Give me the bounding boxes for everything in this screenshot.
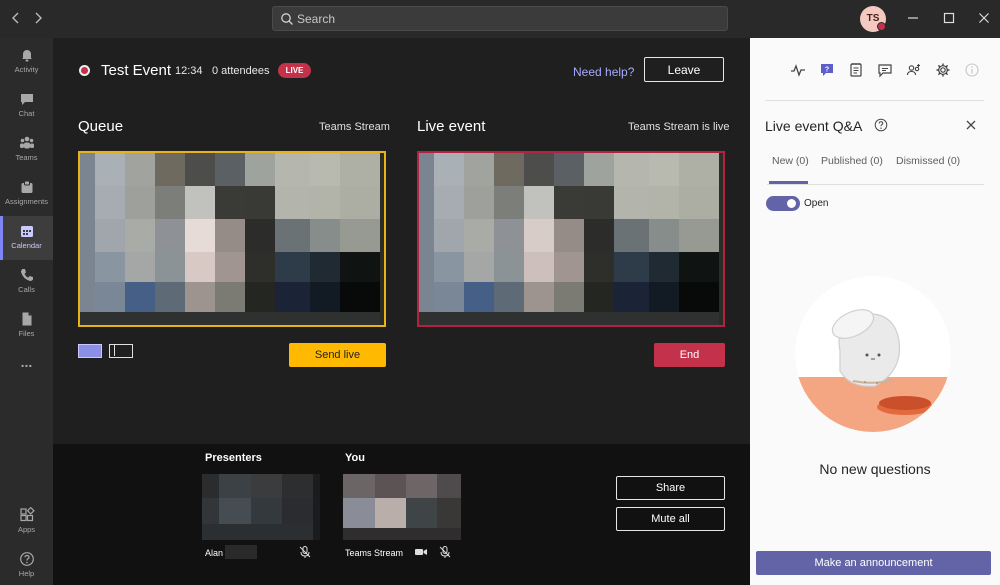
rail-item-files[interactable]: Files — [0, 304, 53, 348]
app-rail: Activity Chat Teams Assignments Calendar… — [0, 38, 53, 585]
make-announcement-button[interactable]: Make an announcement — [756, 551, 991, 575]
self-video-tile — [343, 474, 461, 540]
share-button[interactable]: Share — [616, 476, 725, 500]
help-icon[interactable] — [874, 118, 888, 132]
camera-icon[interactable] — [414, 545, 428, 559]
empty-jar-illustration — [795, 276, 951, 432]
maximize-icon[interactable] — [942, 11, 956, 25]
rail-label: Assignments — [5, 197, 48, 206]
divider — [767, 184, 984, 185]
rail-item-calendar[interactable]: Calendar — [0, 216, 53, 260]
rail-item-assignments[interactable]: Assignments — [0, 172, 53, 216]
file-icon — [22, 312, 31, 326]
participants-bar: Presenters Alan You Teams Stream Share M… — [53, 444, 750, 585]
presenter-name: Alan — [205, 548, 224, 558]
info-icon[interactable] — [964, 62, 980, 78]
presenter-video-tile — [202, 474, 320, 540]
event-title: Test Event — [101, 62, 172, 79]
more-icon: ... — [20, 354, 33, 370]
rail-label: Teams — [15, 153, 38, 162]
notes-icon[interactable] — [848, 62, 864, 78]
rail-label: Files — [18, 329, 35, 338]
presenters-title: Presenters — [205, 452, 262, 464]
search-icon — [281, 13, 293, 25]
live-event-title: Live event — [417, 118, 486, 135]
forward-arrow-icon[interactable] — [30, 10, 46, 26]
rail-item-teams[interactable]: Teams — [0, 128, 53, 172]
close-icon[interactable] — [964, 118, 978, 132]
rail-item-chat[interactable]: Chat — [0, 84, 53, 128]
you-title: You — [345, 452, 365, 464]
self-name: Teams Stream — [345, 548, 404, 558]
svg-text:?: ? — [825, 67, 829, 74]
mic-off-icon[interactable] — [298, 545, 312, 559]
live-badge: LIVE — [278, 63, 311, 78]
queue-video-preview — [78, 151, 386, 327]
queue-title: Queue — [78, 118, 124, 135]
divider — [765, 100, 984, 101]
rail-more-button[interactable]: ... — [0, 352, 53, 376]
producer-view: Test Event 12:34 0 attendees LIVE Need h… — [53, 38, 750, 585]
title-bar: Search TS — [0, 0, 1000, 38]
need-help-link[interactable]: Need help? — [573, 65, 634, 79]
search-box[interactable]: Search — [272, 6, 728, 31]
rail-label: Activity — [14, 65, 39, 74]
phone-icon — [20, 269, 33, 281]
queue-source: Teams Stream — [319, 121, 390, 133]
split-layout-icon[interactable] — [109, 344, 133, 358]
end-button[interactable]: End — [654, 343, 725, 367]
rail-label: Apps — [17, 525, 36, 534]
leave-button[interactable]: Leave — [644, 57, 724, 82]
rail-item-apps[interactable]: Apps — [0, 500, 53, 544]
rail-label: Calls — [18, 285, 35, 294]
tab-published[interactable]: Published (0) — [821, 155, 883, 167]
recording-icon — [79, 65, 90, 76]
gear-icon[interactable] — [935, 62, 951, 78]
rail-item-calls[interactable]: Calls — [0, 260, 53, 304]
apps-icon — [19, 507, 35, 522]
rail-label: Chat — [18, 109, 35, 118]
qa-panel: ? Live event Q&A New (0) Published (0) D… — [750, 38, 1000, 585]
tab-new[interactable]: New (0) — [772, 155, 809, 167]
back-arrow-icon[interactable] — [8, 10, 24, 26]
chat-icon[interactable] — [877, 62, 893, 78]
mute-all-button[interactable]: Mute all — [616, 507, 725, 531]
mic-off-icon[interactable] — [438, 545, 452, 559]
rail-item-activity[interactable]: Activity — [0, 40, 53, 84]
empty-state-text: No new questions — [819, 461, 931, 477]
people-icon[interactable] — [906, 62, 922, 78]
qa-open-toggle[interactable] — [766, 196, 800, 211]
event-time: 12:34 — [175, 65, 203, 77]
qa-icon[interactable]: ? — [819, 62, 835, 78]
attendee-count: 0 attendees — [212, 65, 270, 77]
tab-dismissed[interactable]: Dismissed (0) — [896, 155, 960, 167]
chat-icon — [20, 94, 33, 105]
rail-label: Calendar — [11, 241, 42, 250]
qa-title: Live event Q&A — [765, 118, 863, 134]
rail-label: Help — [18, 569, 35, 578]
bell-icon — [21, 50, 32, 62]
help-icon — [19, 552, 34, 566]
teams-icon — [19, 136, 34, 149]
rail-item-help[interactable]: Help — [0, 544, 53, 585]
minimize-icon[interactable] — [906, 11, 920, 25]
single-layout-icon[interactable] — [78, 344, 102, 358]
name-redaction — [225, 545, 257, 559]
close-window-icon[interactable] — [977, 11, 991, 25]
toggle-label: Open — [804, 198, 829, 209]
live-video-preview — [417, 151, 725, 327]
calendar-icon — [20, 226, 33, 237]
health-icon[interactable] — [790, 62, 806, 78]
live-event-status: Teams Stream is live — [628, 121, 730, 133]
assignments-icon — [21, 180, 32, 193]
search-placeholder: Search — [297, 12, 336, 26]
send-live-button[interactable]: Send live — [289, 343, 386, 367]
status-dot — [877, 22, 886, 31]
